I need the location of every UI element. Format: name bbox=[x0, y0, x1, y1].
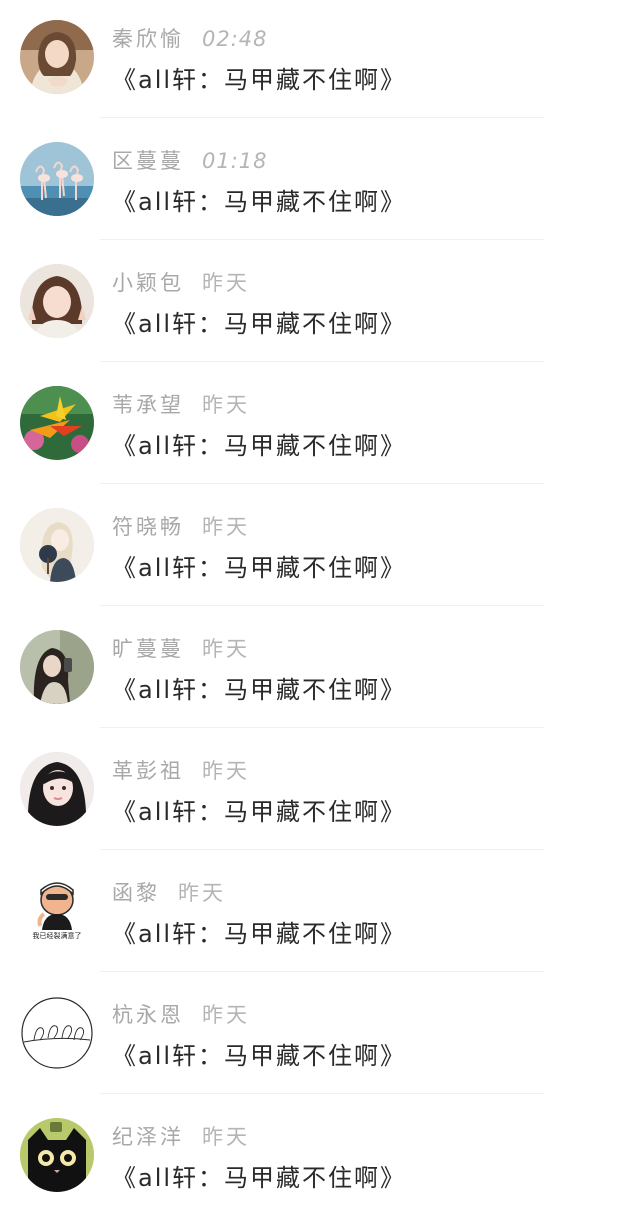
divider bbox=[100, 483, 544, 484]
avatar-caption: 我已经裂满意了 bbox=[32, 932, 82, 940]
message-time: 昨天 bbox=[202, 1125, 250, 1149]
avatar[interactable] bbox=[20, 752, 94, 826]
contact-name: 秦欣愉 bbox=[112, 27, 184, 51]
avatar[interactable] bbox=[20, 20, 94, 94]
divider bbox=[100, 239, 544, 240]
girl-dark-hair-photo-icon bbox=[20, 752, 94, 826]
avatar[interactable] bbox=[20, 264, 94, 338]
avatar[interactable]: 我已经裂满意了 bbox=[20, 874, 94, 948]
message-time: 01:18 bbox=[202, 149, 268, 173]
divider bbox=[100, 605, 544, 606]
avatar[interactable] bbox=[20, 996, 94, 1070]
contact-name: 符晓畅 bbox=[112, 515, 184, 539]
illustrated-woman-fan-icon bbox=[20, 508, 94, 582]
message-time: 昨天 bbox=[178, 881, 226, 905]
chat-meta: 小颖包 昨天 bbox=[112, 267, 250, 297]
chat-meta: 符晓畅 昨天 bbox=[112, 511, 250, 541]
message-preview: 《all轩：马甲藏不住啊》 bbox=[112, 310, 407, 338]
chat-list-item[interactable]: 小颖包 昨天 《all轩：马甲藏不住啊》 bbox=[0, 244, 640, 366]
message-preview: 《all轩：马甲藏不住啊》 bbox=[112, 554, 407, 582]
chat-list-item[interactable]: 区蔓蔓 01:18 《all轩：马甲藏不住啊》 bbox=[0, 122, 640, 244]
message-preview: 《all轩：马甲藏不住啊》 bbox=[112, 1164, 407, 1192]
chat-meta: 革彭祖 昨天 bbox=[112, 755, 250, 785]
chat-meta: 纪泽洋 昨天 bbox=[112, 1121, 250, 1151]
chat-list-item[interactable]: 革彭祖 昨天 《all轩：马甲藏不住啊》 bbox=[0, 732, 640, 854]
message-preview: 《all轩：马甲藏不住啊》 bbox=[112, 920, 407, 948]
chat-list-item[interactable]: 杭永恩 昨天 《all轩：马甲藏不住啊》 bbox=[0, 976, 640, 1098]
message-time: 昨天 bbox=[202, 759, 250, 783]
chat-list-item[interactable]: 苇承望 昨天 《all轩：马甲藏不住啊》 bbox=[0, 366, 640, 488]
message-preview: 《all轩：马甲藏不住啊》 bbox=[112, 1042, 407, 1070]
contact-name: 革彭祖 bbox=[112, 759, 184, 783]
chat-meta: 函黎 昨天 bbox=[112, 877, 226, 907]
chat-list-item[interactable]: 我已经裂满意了 函黎 昨天 《all轩：马甲藏不住啊》 bbox=[0, 854, 640, 976]
message-time: 昨天 bbox=[202, 1003, 250, 1027]
divider bbox=[100, 117, 544, 118]
divider bbox=[100, 727, 544, 728]
divider bbox=[100, 361, 544, 362]
chat-list: 秦欣愉 02:48 《all轩：马甲藏不住啊》 区蔓蔓 01:18 《all轩：… bbox=[0, 0, 640, 1211]
chat-list-item[interactable]: 旷蔓蔓 昨天 《all轩：马甲藏不住啊》 bbox=[0, 610, 640, 732]
girl-peace-sign-photo-icon bbox=[20, 264, 94, 338]
avatar[interactable] bbox=[20, 630, 94, 704]
message-time: 昨天 bbox=[202, 515, 250, 539]
contact-name: 函黎 bbox=[112, 881, 160, 905]
divider bbox=[100, 1093, 544, 1094]
contact-name: 区蔓蔓 bbox=[112, 149, 184, 173]
avatar[interactable] bbox=[20, 142, 94, 216]
contact-name: 杭永恩 bbox=[112, 1003, 184, 1027]
avatar[interactable] bbox=[20, 386, 94, 460]
message-preview: 《all轩：马甲藏不住啊》 bbox=[112, 188, 407, 216]
message-preview: 《all轩：马甲藏不住啊》 bbox=[112, 676, 407, 704]
chat-meta: 杭永恩 昨天 bbox=[112, 999, 250, 1029]
message-preview: 《all轩：马甲藏不住啊》 bbox=[112, 798, 407, 826]
chat-list-item[interactable]: 秦欣愉 02:48 《all轩：马甲藏不住啊》 bbox=[0, 0, 640, 122]
line-art-birds-circle-icon bbox=[21, 997, 93, 1069]
contact-name: 苇承望 bbox=[112, 393, 184, 417]
flamingos-photo-icon bbox=[20, 142, 94, 216]
message-time: 02:48 bbox=[202, 27, 268, 51]
black-cat-cartoon-icon bbox=[20, 1118, 94, 1192]
chat-meta: 旷蔓蔓 昨天 bbox=[112, 633, 250, 663]
contact-name: 旷蔓蔓 bbox=[112, 637, 184, 661]
bird-of-paradise-flower-photo-icon bbox=[20, 386, 94, 460]
message-time: 昨天 bbox=[202, 637, 250, 661]
divider bbox=[100, 971, 544, 972]
chat-meta: 苇承望 昨天 bbox=[112, 389, 250, 419]
contact-name: 纪泽洋 bbox=[112, 1125, 184, 1149]
divider bbox=[100, 849, 544, 850]
woman-mirror-selfie-photo-icon bbox=[20, 630, 94, 704]
chat-meta: 区蔓蔓 01:18 bbox=[112, 145, 268, 175]
chat-list-item[interactable]: 符晓畅 昨天 《all轩：马甲藏不住啊》 bbox=[0, 488, 640, 610]
message-time: 昨天 bbox=[202, 271, 250, 295]
chat-meta: 秦欣愉 02:48 bbox=[112, 23, 268, 53]
chat-list-item[interactable]: 纪泽洋 昨天 《all轩：马甲藏不住啊》 bbox=[0, 1098, 640, 1220]
message-preview: 《all轩：马甲藏不住啊》 bbox=[112, 432, 407, 460]
avatar[interactable] bbox=[20, 508, 94, 582]
message-time: 昨天 bbox=[202, 393, 250, 417]
message-preview: 《all轩：马甲藏不住啊》 bbox=[112, 66, 407, 94]
woman-sweater-photo-icon bbox=[20, 20, 94, 94]
avatar[interactable] bbox=[20, 1118, 94, 1192]
contact-name: 小颖包 bbox=[112, 271, 184, 295]
